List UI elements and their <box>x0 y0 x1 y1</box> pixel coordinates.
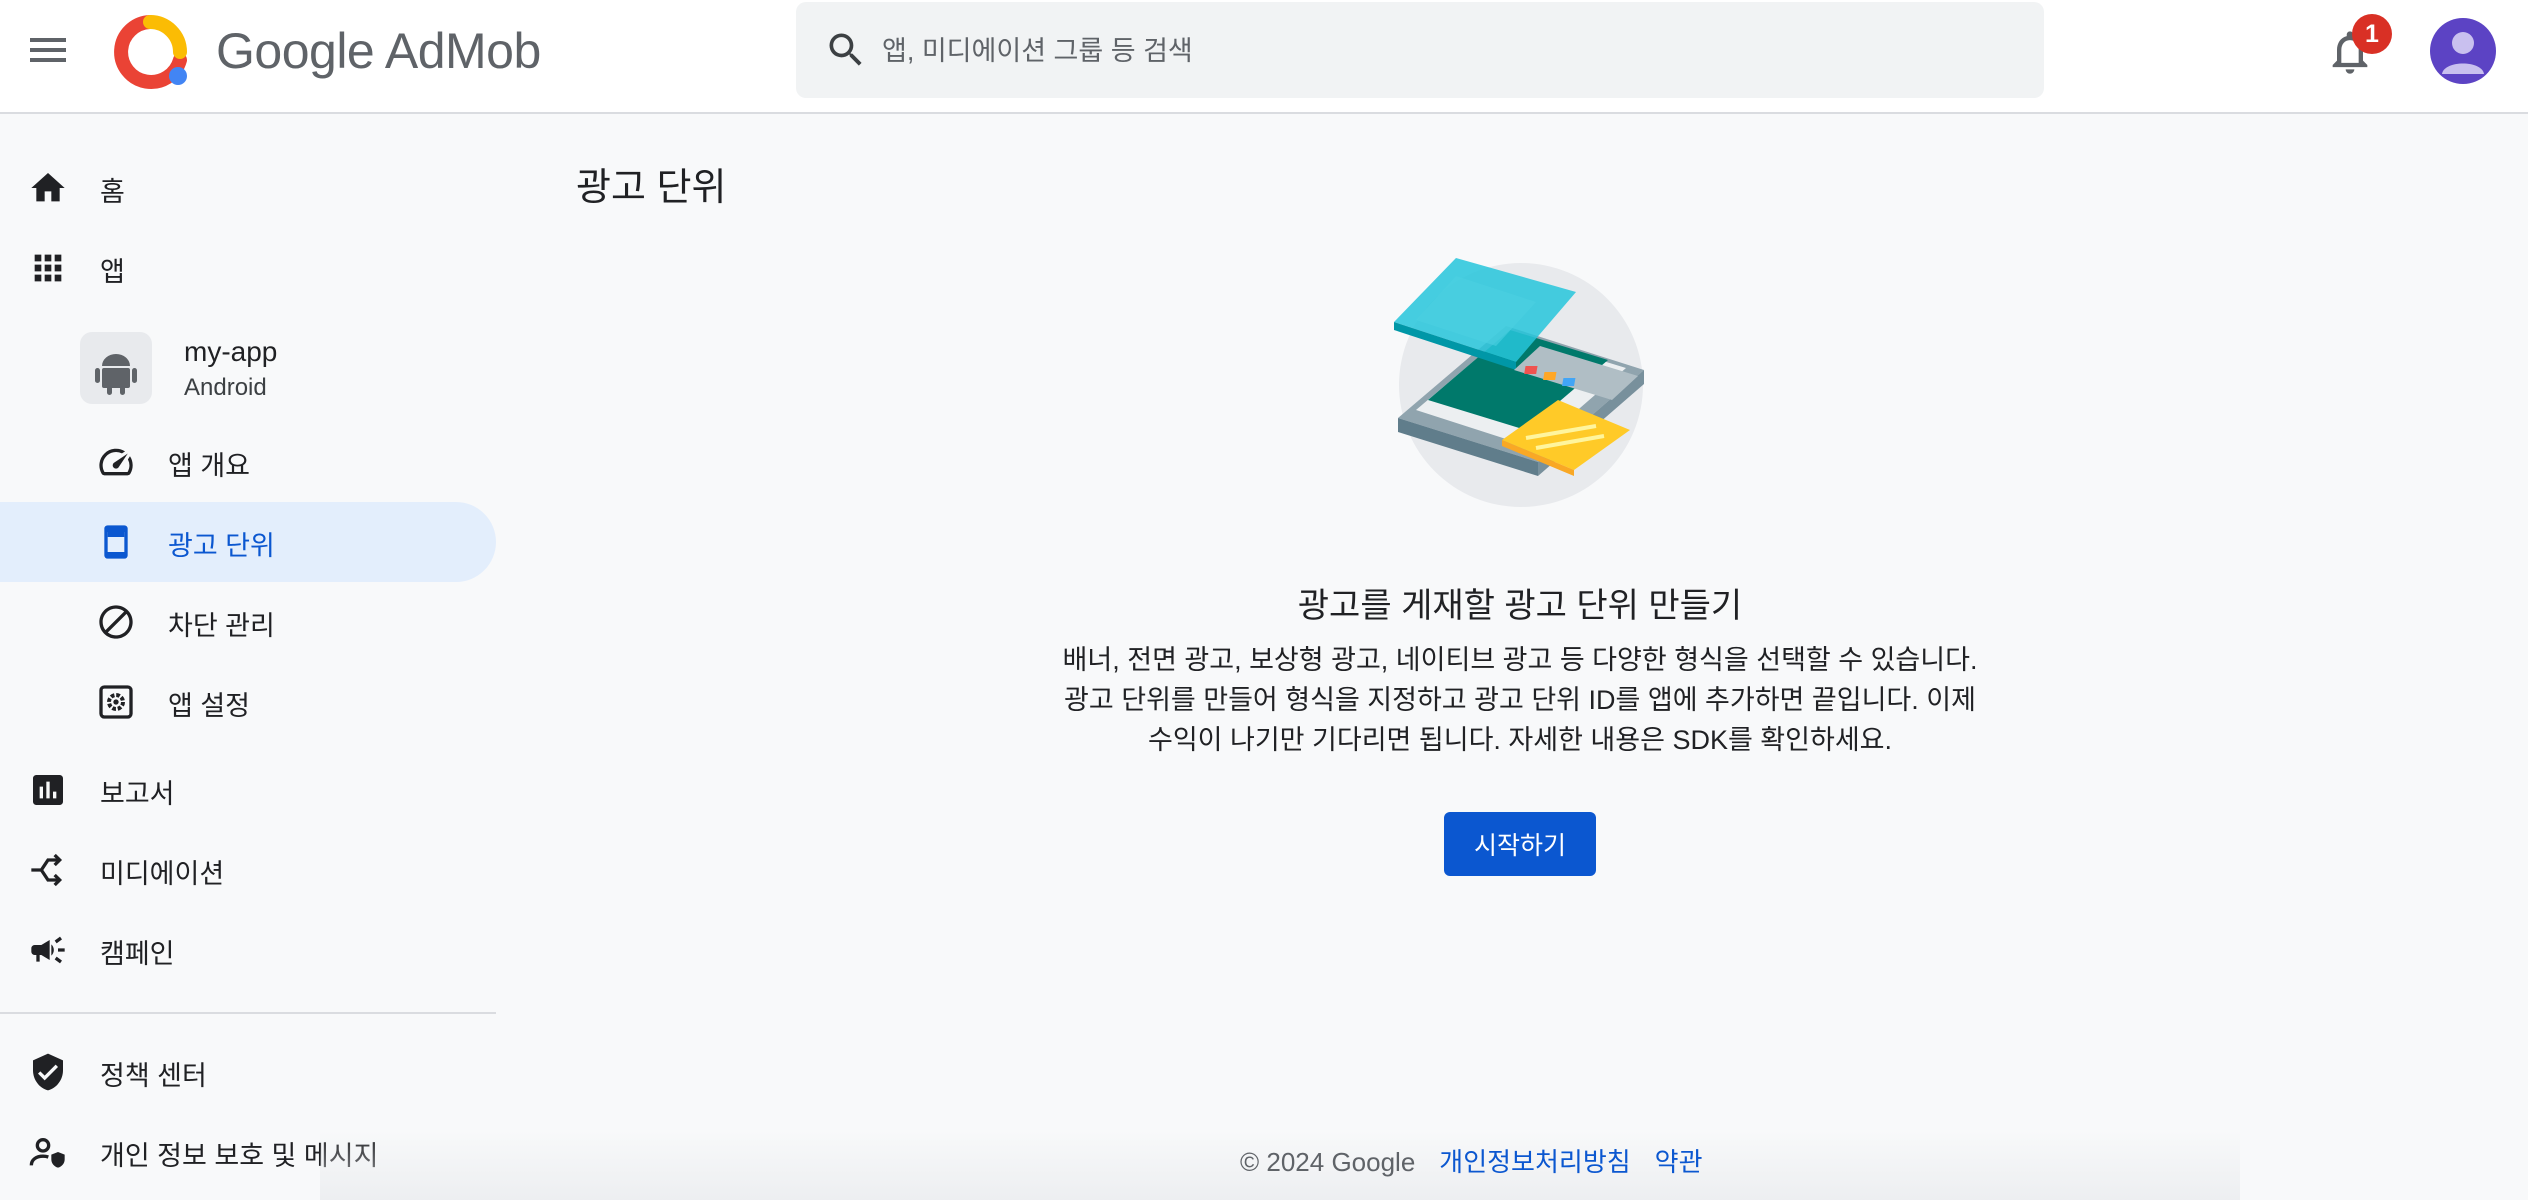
copyright: © 2024 Google <box>1240 1147 1416 1177</box>
search-bar[interactable] <box>796 2 2044 98</box>
mediation-icon <box>31 853 63 887</box>
sidebar-item-label: 보고서 <box>100 779 175 809</box>
empty-state-description-line: 수익이 나기만 기다리면 됩니다. 자세한 내용은 SDK를 확인하세요. <box>1147 725 1893 755</box>
admob-logo-icon[interactable] <box>110 14 190 90</box>
app-card[interactable]: my-app Android <box>80 332 480 408</box>
speedometer-icon <box>99 448 133 476</box>
apps-grid-icon <box>34 254 62 282</box>
hamburger-menu-icon <box>30 38 66 62</box>
page-title: 광고 단위 <box>576 167 727 209</box>
sidebar-item-home[interactable]: 홈 <box>0 148 496 228</box>
ad-unit-icon <box>104 525 128 559</box>
sidebar: 홈 앱 my-app Android 앱 개요 광고 단위 차단 관리 앱 설정… <box>0 114 496 1200</box>
sidebar-item-label: 미디에이션 <box>100 859 225 889</box>
sidebar-divider <box>0 1012 496 1014</box>
android-icon <box>95 354 137 395</box>
sidebar-item-policy-center[interactable]: 정책 센터 <box>0 1032 496 1112</box>
sidebar-item-ad-units[interactable]: 광고 단위 <box>0 502 496 582</box>
sidebar-item-label: 광고 단위 <box>168 531 275 561</box>
get-started-button[interactable]: 시작하기 <box>1444 812 1596 876</box>
app-icon <box>80 332 152 404</box>
footer: © 2024 Google 개인정보처리방침 약관 <box>1240 1142 1703 1182</box>
empty-state-description-line: 배너, 전면 광고, 보상형 광고, 네이티브 광고 등 다양한 형식을 선택할… <box>1062 645 1978 675</box>
main-menu-button[interactable] <box>24 26 72 74</box>
settings-icon <box>99 685 133 719</box>
top-bar: Google AdMob 1 <box>0 0 2528 114</box>
shield-check-icon <box>33 1053 63 1091</box>
sidebar-item-reports[interactable]: 보고서 <box>0 750 496 830</box>
account-avatar[interactable] <box>2430 18 2496 84</box>
sidebar-item-label: 캠페인 <box>100 939 175 969</box>
sidebar-item-app-overview[interactable]: 앱 개요 <box>0 422 496 502</box>
terms-link[interactable]: 약관 <box>1655 1142 1703 1179</box>
app-platform: Android <box>184 374 267 401</box>
sidebar-item-label: 차단 관리 <box>168 611 275 641</box>
sidebar-item-blocking[interactable]: 차단 관리 <box>0 582 496 662</box>
notification-badge: 1 <box>2352 14 2392 54</box>
empty-state-title: 광고를 게재할 광고 단위 만들기 <box>1297 587 1743 625</box>
privacy-policy-link[interactable]: 개인정보처리방침 <box>1439 1142 1630 1179</box>
block-icon <box>99 605 133 639</box>
bar-chart-icon <box>33 775 63 805</box>
sidebar-item-campaigns[interactable]: 캠페인 <box>0 910 496 990</box>
sidebar-item-label: 앱 <box>100 257 125 287</box>
sidebar-item-label: 앱 설정 <box>168 691 251 721</box>
person-shield-icon <box>29 1137 65 1168</box>
person-icon <box>2442 32 2484 74</box>
search-icon <box>829 33 862 66</box>
empty-state-description: 배너, 전면 광고, 보상형 광고, 네이티브 광고 등 다양한 형식을 선택할… <box>1050 640 1990 760</box>
home-icon <box>31 173 65 202</box>
sidebar-item-mediation[interactable]: 미디에이션 <box>0 830 496 910</box>
sidebar-item-label: 홈 <box>100 177 125 207</box>
sidebar-item-label: 앱 개요 <box>168 451 251 481</box>
ad-units-illustration <box>1394 258 1644 507</box>
sidebar-item-app-settings[interactable]: 앱 설정 <box>0 662 496 742</box>
brand-name: Google AdMob <box>216 23 541 79</box>
sidebar-item-apps[interactable]: 앱 <box>0 228 496 308</box>
app-name: my-app <box>184 336 278 367</box>
search-input[interactable] <box>880 20 2004 82</box>
megaphone-icon <box>31 936 65 964</box>
empty-state-description-line: 광고 단위를 만들어 형식을 지정하고 광고 단위 ID를 앱에 추가하면 끝입… <box>1064 685 1976 715</box>
sidebar-item-label: 정책 센터 <box>100 1061 207 1091</box>
